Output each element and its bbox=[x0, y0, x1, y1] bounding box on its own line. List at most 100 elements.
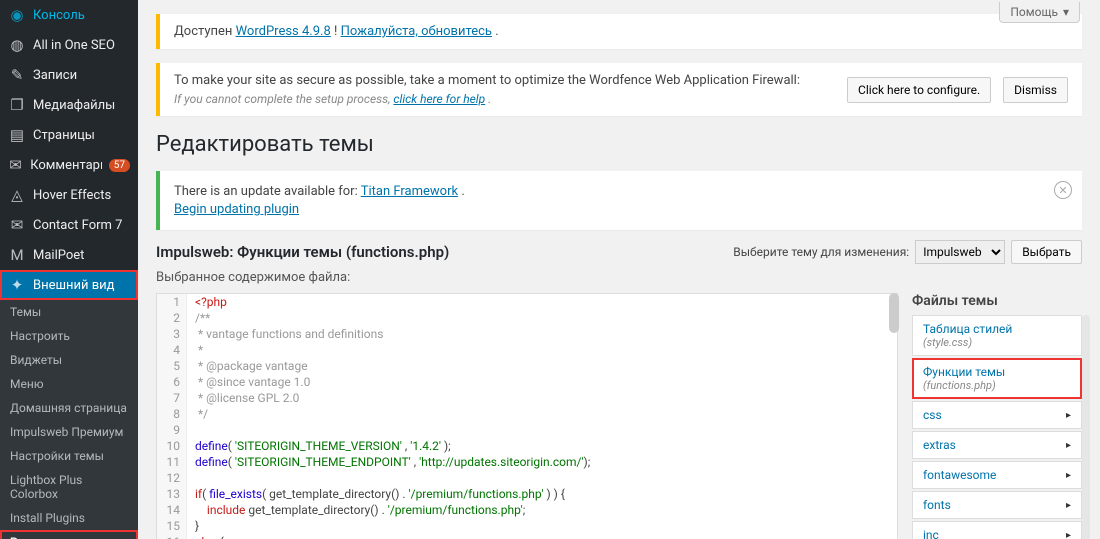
sidebar-subitem[interactable]: Редактор bbox=[0, 530, 138, 539]
notice-text: Доступен bbox=[174, 24, 236, 39]
chevron-right-icon: ▸ bbox=[1066, 440, 1071, 451]
sidebar-item[interactable]: ▤Страницы bbox=[0, 120, 138, 150]
file-name: extras bbox=[923, 438, 956, 452]
file-name: Функции темы bbox=[923, 365, 1005, 379]
file-note: (functions.php) bbox=[923, 379, 1005, 392]
line-number: 4 bbox=[157, 342, 187, 358]
sidebar-item[interactable]: MMailPoet bbox=[0, 240, 138, 270]
files-heading: Файлы темы bbox=[912, 293, 1082, 309]
sidebar-item-label: Медиафайлы bbox=[33, 98, 115, 113]
help-label: Помощь bbox=[1010, 5, 1058, 19]
code-text: if( file_exists( get_template_directory(… bbox=[187, 486, 573, 502]
line-number: 6 bbox=[157, 374, 187, 390]
sidebar-item-label: MailPoet bbox=[33, 248, 84, 263]
line-number: 13 bbox=[157, 486, 187, 502]
sidebar-item[interactable]: ❐ Медиафайлы bbox=[0, 90, 138, 120]
notice-subtext: . bbox=[488, 92, 491, 106]
sidebar-subitem[interactable]: Настроить bbox=[0, 324, 138, 348]
code-text: include get_template_directory() . '/pre… bbox=[187, 502, 533, 518]
menu-icon: ✉ bbox=[8, 156, 23, 174]
code-line: 8 */ bbox=[157, 406, 897, 422]
code-text: * @since vantage 1.0 bbox=[187, 374, 318, 390]
link-please-update[interactable]: Пожалуйста, обновитесь bbox=[341, 24, 492, 39]
chevron-right-icon: ▸ bbox=[1066, 410, 1071, 421]
line-number: 16 bbox=[157, 534, 187, 539]
line-number: 1 bbox=[157, 294, 187, 310]
brush-icon: ✦ bbox=[8, 276, 26, 294]
code-editor[interactable]: 1<?php2/**3 * vantage functions and defi… bbox=[156, 293, 898, 539]
link-help[interactable]: click here for help bbox=[393, 92, 485, 106]
dismiss-button[interactable]: Dismiss bbox=[1003, 77, 1068, 103]
line-number: 11 bbox=[157, 454, 187, 470]
file-item[interactable]: fonts ▸ bbox=[912, 491, 1082, 519]
theme-select-label: Выберите тему для изменения: bbox=[733, 245, 909, 259]
sidebar-item[interactable]: ✉ Комментарии 57 bbox=[0, 150, 138, 180]
file-name: Таблица стилей bbox=[923, 322, 1012, 336]
file-item[interactable]: css▸ bbox=[912, 401, 1082, 429]
code-line: 3 * vantage functions and definitions bbox=[157, 326, 897, 342]
sidebar-subitem[interactable]: Impulsweb Премиум bbox=[0, 420, 138, 444]
line-number: 9 bbox=[157, 422, 187, 438]
sidebar-item-label: Консоль bbox=[33, 8, 85, 23]
close-icon[interactable]: ✕ bbox=[1054, 181, 1072, 199]
sidebar-item-appearance[interactable]: ✦ Внешний вид bbox=[0, 270, 138, 300]
select-theme-button[interactable]: Выбрать bbox=[1011, 240, 1082, 264]
theme-files-panel: Файлы темы Таблица стилей(style.css)Функ… bbox=[912, 293, 1082, 539]
notice-subtext: If you cannot complete the setup process… bbox=[174, 92, 393, 106]
link-wp-version[interactable]: WordPress 4.9.8 bbox=[236, 24, 331, 39]
line-number: 10 bbox=[157, 438, 187, 454]
sidebar-subitem[interactable]: Настройки темы bbox=[0, 444, 138, 468]
notice-text: ! bbox=[334, 24, 341, 39]
code-line: 15} bbox=[157, 518, 897, 534]
menu-icon: ✉ bbox=[8, 216, 26, 234]
menu-icon: ▤ bbox=[8, 126, 26, 144]
file-item[interactable]: extras ▸ bbox=[912, 431, 1082, 459]
file-name: inc bbox=[923, 528, 939, 539]
sidebar-subitem[interactable]: Темы bbox=[0, 300, 138, 324]
configure-button[interactable]: Click here to configure. bbox=[847, 77, 991, 103]
menu-icon: ✎ bbox=[8, 66, 26, 84]
sidebar-subitem[interactable]: Install Plugins bbox=[0, 506, 138, 530]
file-item[interactable]: Функции темы(functions.php) bbox=[912, 358, 1082, 399]
count-badge: 57 bbox=[109, 159, 130, 172]
code-text: define( 'SITEORIGIN_THEME_ENDPOINT' , 'h… bbox=[187, 454, 598, 470]
menu-icon: ❐ bbox=[8, 96, 26, 114]
link-begin-update[interactable]: Begin updating plugin bbox=[174, 202, 299, 217]
chevron-right-icon: ▸ bbox=[1066, 470, 1071, 481]
code-line: 12 bbox=[157, 470, 897, 486]
code-line: 6 * @since vantage 1.0 bbox=[157, 374, 897, 390]
line-number: 3 bbox=[157, 326, 187, 342]
sidebar-item-label: Комментарии bbox=[30, 158, 102, 173]
code-line: 1<?php bbox=[157, 294, 897, 310]
code-line: 11define( 'SITEORIGIN_THEME_ENDPOINT' , … bbox=[157, 454, 897, 470]
theme-select[interactable]: Impulsweb bbox=[915, 240, 1005, 264]
scrollbar-thumb[interactable] bbox=[889, 293, 899, 333]
notice-main-text: To make your site as secure as possible,… bbox=[174, 73, 835, 88]
help-toggle[interactable]: Помощь ▾ bbox=[999, 2, 1080, 23]
file-heading: Impulsweb: Функции темы (functions.php) bbox=[156, 243, 449, 261]
file-name: fonts bbox=[923, 498, 951, 512]
sidebar-subitem[interactable]: Домашняя страница bbox=[0, 396, 138, 420]
sidebar-subitem[interactable]: Меню bbox=[0, 372, 138, 396]
sidebar-item[interactable]: ◍All in One SEO bbox=[0, 30, 138, 60]
file-item[interactable]: inc▸ bbox=[912, 521, 1082, 539]
file-item[interactable]: Таблица стилей(style.css) bbox=[912, 315, 1082, 356]
sidebar-subitem[interactable]: Lightbox Plus Colorbox bbox=[0, 468, 138, 506]
sidebar-item[interactable]: ◬Hover Effects bbox=[0, 180, 138, 210]
content-area: Помощь ▾ Доступен WordPress 4.9.8 ! Пожа… bbox=[138, 0, 1100, 539]
chevron-right-icon: ▸ bbox=[1066, 500, 1071, 511]
code-text: } bbox=[187, 518, 207, 534]
sidebar-subitem[interactable]: Виджеты bbox=[0, 348, 138, 372]
file-item[interactable]: fontawesome▸ bbox=[912, 461, 1082, 489]
link-titan[interactable]: Titan Framework bbox=[361, 184, 458, 199]
sidebar-item-label: Contact Form 7 bbox=[33, 218, 122, 233]
code-line: 7 * @license GPL 2.0 bbox=[157, 390, 897, 406]
code-line: 9 bbox=[157, 422, 897, 438]
sidebar-item[interactable]: ✎ Записи bbox=[0, 60, 138, 90]
code-text bbox=[187, 422, 203, 438]
sidebar-item-label: Записи bbox=[33, 68, 77, 83]
sidebar-item[interactable]: ✉ Contact Form 7 bbox=[0, 210, 138, 240]
sidebar-item[interactable]: ◉Консоль bbox=[0, 0, 138, 30]
line-number: 14 bbox=[157, 502, 187, 518]
notice-titan: ✕ There is an update available for: Tita… bbox=[156, 171, 1082, 230]
